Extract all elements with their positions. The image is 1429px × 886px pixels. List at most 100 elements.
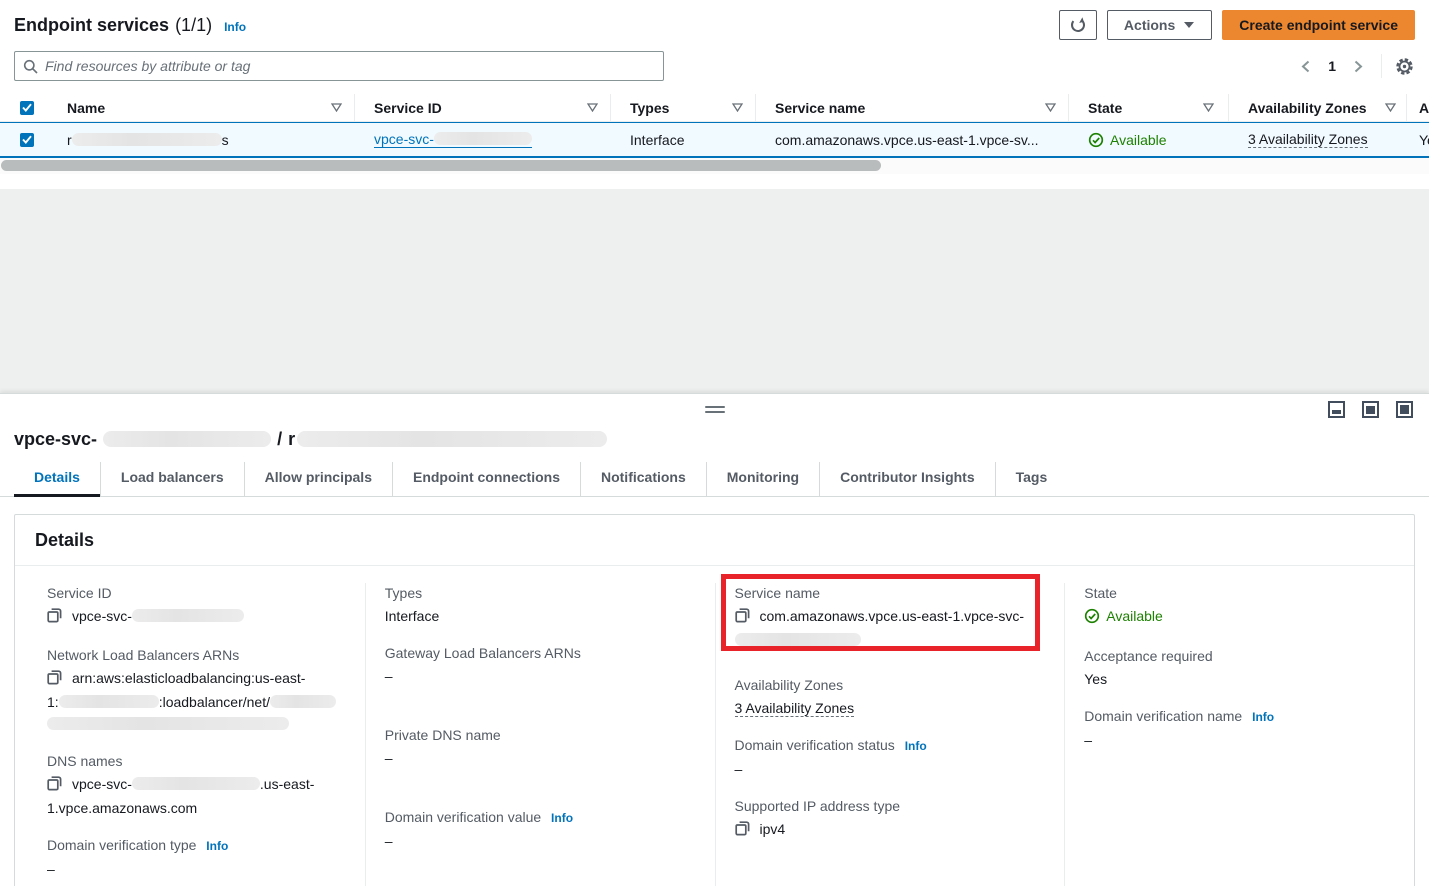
- column-header-service-name[interactable]: Service name: [755, 94, 1068, 121]
- field-value: arn:aws:elasticloadbalancing:us-east- 1:…: [47, 667, 345, 735]
- field-domain-verification-type: Domain verification type Info –: [47, 835, 345, 880]
- field-private-dns-name: Private DNS name –: [385, 725, 695, 769]
- field-label: Service name: [735, 583, 1045, 603]
- select-all-checkbox[interactable]: [20, 101, 34, 115]
- search-input[interactable]: [14, 51, 664, 81]
- info-link[interactable]: Info: [905, 739, 927, 753]
- redacted-text: [132, 609, 244, 622]
- chevron-left-icon[interactable]: [1295, 56, 1316, 77]
- column-header-service-id[interactable]: Service ID: [354, 94, 610, 121]
- tab-notifications[interactable]: Notifications: [580, 462, 706, 496]
- field-label: Service ID: [47, 583, 345, 603]
- name-text: r: [67, 132, 72, 148]
- field-value: ipv4: [735, 818, 1045, 842]
- column-header-acceptance-required[interactable]: Acceptance required: [1406, 94, 1429, 121]
- field-value: Interface: [385, 605, 695, 627]
- column-header-name[interactable]: Name: [48, 94, 354, 121]
- availability-zones-popover[interactable]: 3 Availability Zones: [1248, 131, 1368, 148]
- title-group: Endpoint services (1/1) Info: [14, 15, 246, 36]
- field-domain-verification-name: Domain verification name Info –: [1084, 706, 1394, 751]
- details-column-3: Service name com.amazonaws.vpce.us-east-…: [715, 583, 1065, 886]
- field-gwlb-arns: Gateway Load Balancers ARNs –: [385, 643, 695, 687]
- row-select-cell: [0, 123, 48, 156]
- sort-icon[interactable]: [587, 103, 598, 112]
- cell-availability-zones: 3 Availability Zones: [1228, 123, 1406, 156]
- types-text: Interface: [630, 132, 684, 148]
- value-text: :loadbalancer/net/: [159, 694, 270, 710]
- endpoint-services-page: Endpoint services (1/1) Info Actions: [0, 0, 1429, 886]
- copy-icon[interactable]: [47, 607, 62, 629]
- horizontal-scrollbar[interactable]: [0, 158, 1429, 174]
- panel-title: vpce-svc- / r: [0, 426, 1429, 452]
- sort-icon[interactable]: [1385, 103, 1396, 112]
- tab-details[interactable]: Details: [14, 462, 100, 496]
- column-header-availability-zones[interactable]: Availability Zones: [1228, 94, 1406, 121]
- refresh-button[interactable]: [1059, 10, 1097, 40]
- panel-size-half-icon[interactable]: [1362, 401, 1379, 418]
- details-card-heading: Details: [15, 515, 1414, 566]
- tab-load-balancers[interactable]: Load balancers: [100, 462, 244, 496]
- sort-icon[interactable]: [1045, 103, 1056, 112]
- cell-name: rs: [48, 123, 354, 156]
- column-label: State: [1088, 100, 1122, 116]
- tab-endpoint-connections[interactable]: Endpoint connections: [392, 462, 580, 496]
- field-label: Domain verification name Info: [1084, 706, 1394, 727]
- field-label: Private DNS name: [385, 725, 695, 745]
- field-value: vpce-svc-: [47, 605, 345, 629]
- sort-icon[interactable]: [732, 103, 743, 112]
- copy-icon[interactable]: [735, 607, 750, 629]
- cell-types: Interface: [610, 123, 755, 156]
- copy-icon[interactable]: [47, 669, 62, 691]
- panel-drag-handle-icon[interactable]: [705, 406, 725, 416]
- field-label: Network Load Balancers ARNs: [47, 645, 345, 665]
- name-text: s: [222, 132, 229, 148]
- service-id-link[interactable]: vpce-svc-: [374, 131, 532, 148]
- field-service-id: Service ID vpce-svc-: [47, 583, 345, 629]
- value-text: .us-east-: [260, 776, 314, 792]
- scrollbar-thumb[interactable]: [1, 160, 881, 171]
- copy-icon[interactable]: [735, 820, 750, 842]
- column-header-types[interactable]: Types: [610, 94, 755, 121]
- panel-size-small-icon[interactable]: [1328, 401, 1345, 418]
- acceptance-text: Yes: [1419, 132, 1429, 148]
- tab-monitoring[interactable]: Monitoring: [706, 462, 819, 496]
- value-text: com.amazonaws.vpce.us-east-1.vpce-svc-: [760, 608, 1025, 624]
- sort-icon[interactable]: [331, 103, 342, 112]
- field-label: Supported IP address type: [735, 796, 1045, 816]
- header-info-link[interactable]: Info: [224, 20, 246, 34]
- actions-button[interactable]: Actions: [1107, 10, 1212, 40]
- table-row[interactable]: rs vpce-svc- Interface com.amazonaws.vpc…: [0, 122, 1429, 158]
- tab-allow-principals[interactable]: Allow principals: [244, 462, 392, 496]
- info-link[interactable]: Info: [551, 811, 573, 825]
- table-header-row: Name Service ID Types: [0, 94, 1429, 122]
- background-area: [0, 189, 1429, 393]
- column-header-state[interactable]: State: [1068, 94, 1228, 121]
- table-bottom-padding: [0, 174, 1429, 189]
- create-endpoint-service-button[interactable]: Create endpoint service: [1222, 10, 1415, 40]
- field-acceptance-required: Acceptance required Yes: [1084, 646, 1394, 690]
- current-page-number[interactable]: 1: [1320, 58, 1344, 74]
- panel-title-id-text: vpce-svc-: [14, 429, 97, 450]
- info-link[interactable]: Info: [1252, 710, 1274, 724]
- chevron-right-icon[interactable]: [1348, 56, 1369, 77]
- field-service-name: Service name com.amazonaws.vpce.us-east-…: [735, 583, 1045, 651]
- redacted-text: [735, 633, 861, 646]
- copy-icon[interactable]: [47, 775, 62, 797]
- status-badge: Available: [1088, 132, 1167, 148]
- preferences-gear-icon[interactable]: [1394, 56, 1415, 77]
- field-value: –: [385, 830, 695, 852]
- select-all-cell: [0, 94, 48, 121]
- details-card: Details Service ID vpce-svc- Network Loa…: [14, 514, 1415, 886]
- redacted-text: [132, 777, 260, 790]
- info-link[interactable]: Info: [206, 839, 228, 853]
- field-label: Types: [385, 583, 695, 603]
- cell-service-id: vpce-svc-: [354, 123, 610, 156]
- tab-tags[interactable]: Tags: [995, 462, 1068, 496]
- sort-icon[interactable]: [1203, 103, 1214, 112]
- value-text: arn:aws:elasticloadbalancing:us-east-: [72, 670, 305, 686]
- row-checkbox[interactable]: [20, 133, 34, 147]
- availability-zones-popover[interactable]: 3 Availability Zones: [735, 700, 855, 717]
- field-value: –: [47, 858, 345, 880]
- panel-size-full-icon[interactable]: [1396, 401, 1413, 418]
- tab-contributor-insights[interactable]: Contributor Insights: [819, 462, 995, 496]
